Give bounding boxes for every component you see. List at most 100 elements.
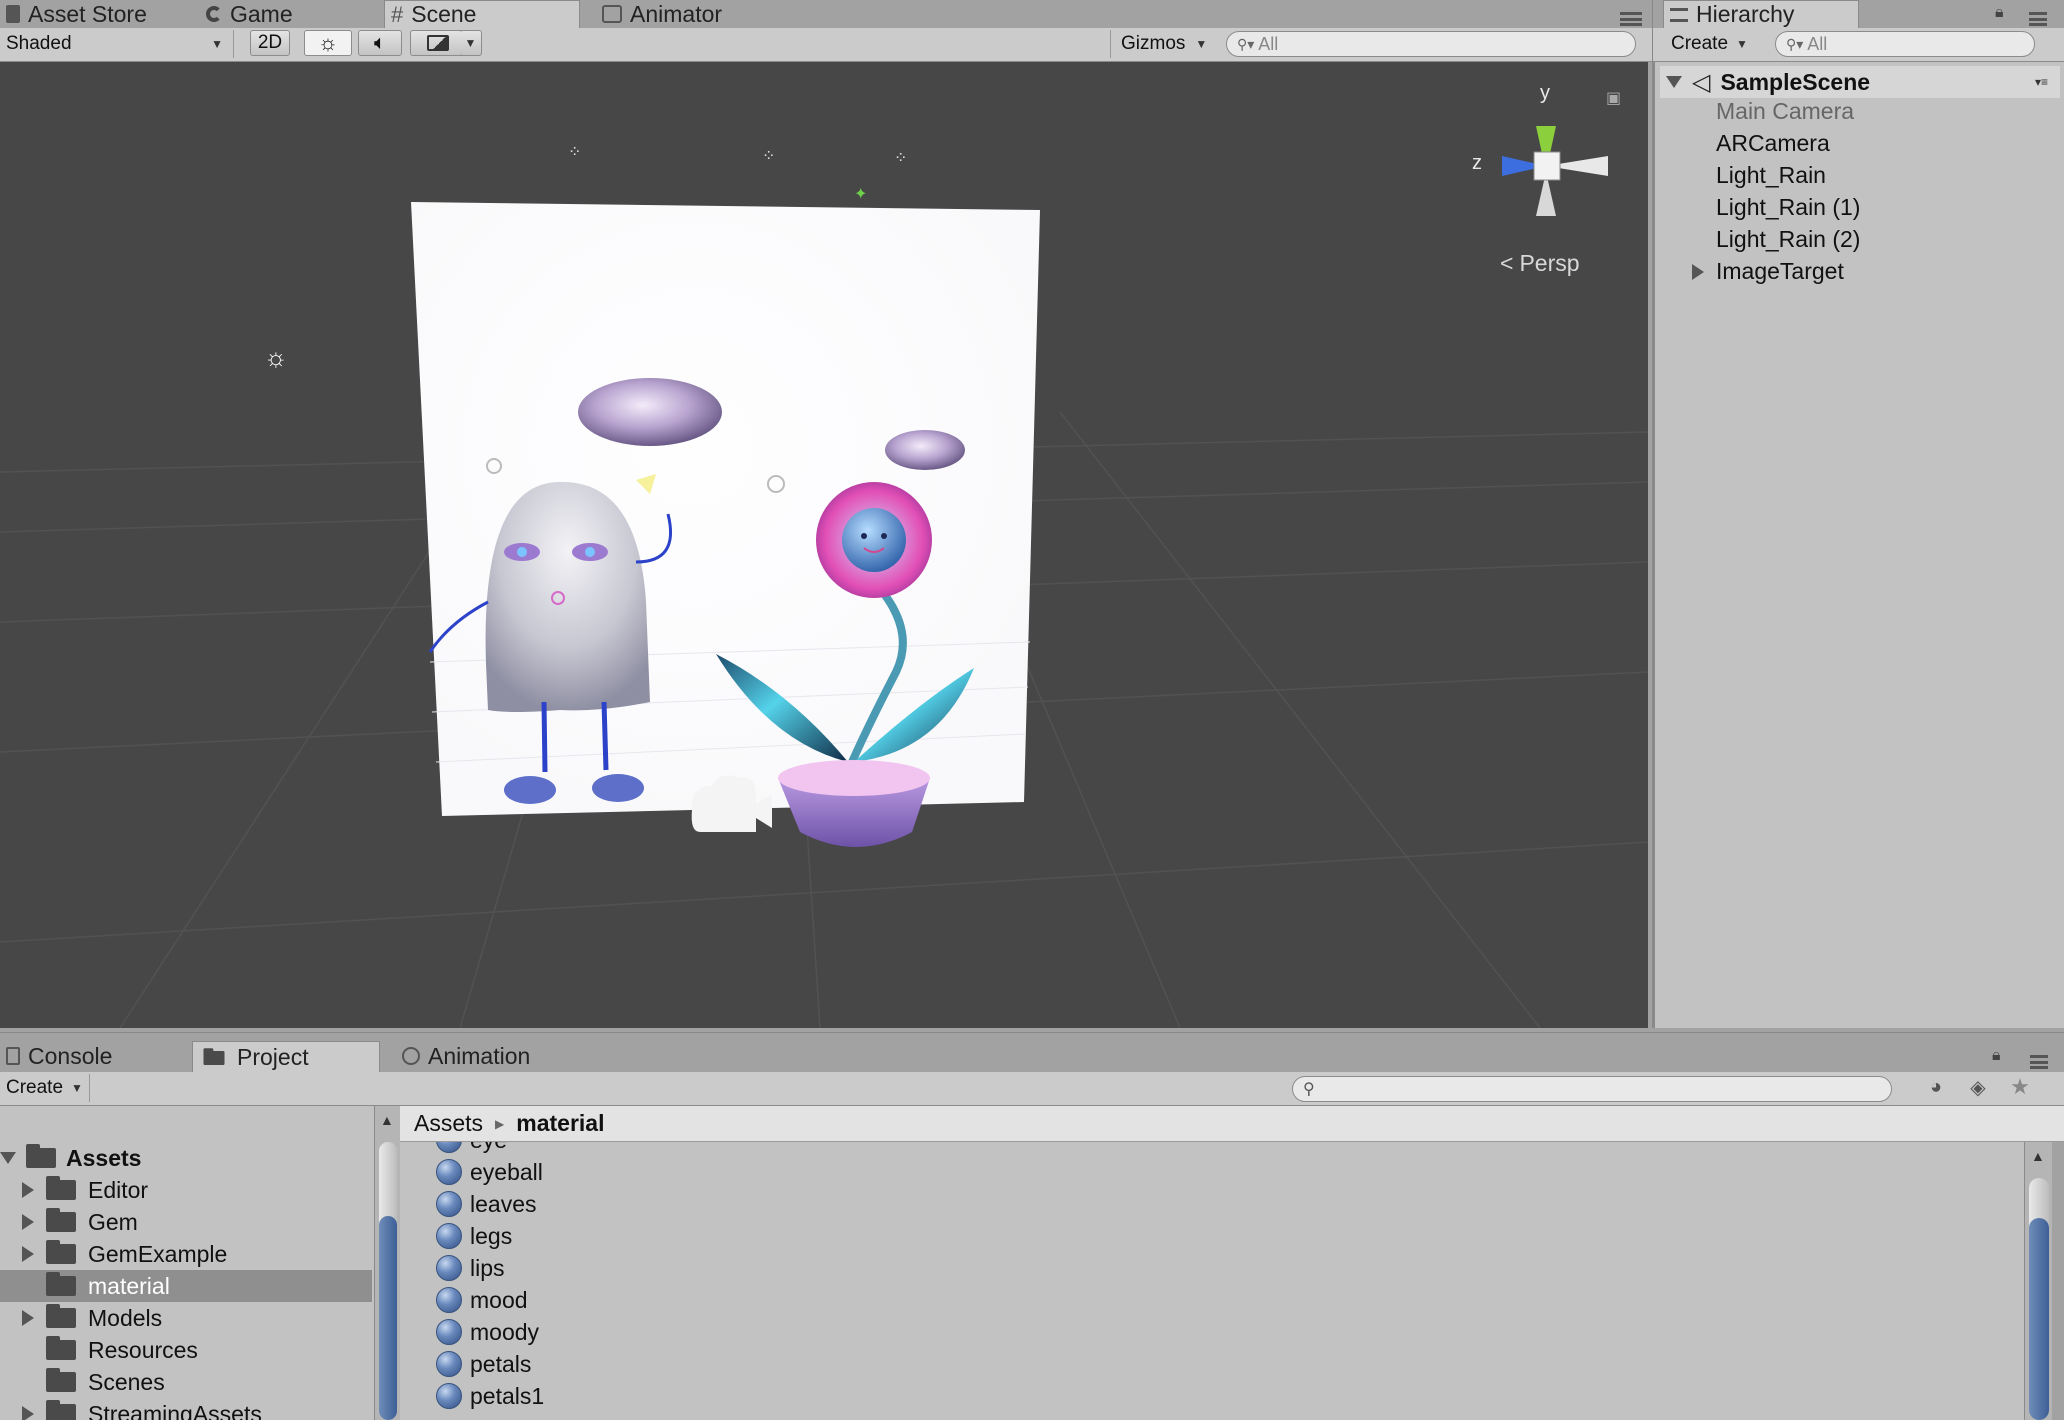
hierarchy-search-input[interactable]: ⚲▾ All — [1775, 31, 2035, 57]
expand-arrow-icon[interactable] — [22, 1310, 34, 1326]
favorites-button[interactable]: ★ — [2000, 1074, 2040, 1100]
tree-item-gem[interactable]: Gem — [0, 1206, 372, 1238]
breadcrumb: Assets ▶ material — [400, 1106, 2064, 1142]
animator-icon — [602, 5, 622, 23]
hierarchy-item-main-camera[interactable]: Main Camera — [1716, 98, 1854, 125]
tree-item-material[interactable]: material — [0, 1270, 372, 1302]
speaker-icon: 🔈︎ — [374, 31, 386, 54]
tree-item-resources[interactable]: Resources — [0, 1334, 372, 1366]
asset-list: eye eyeball leaves legs lips mood moody … — [400, 1142, 2024, 1420]
hierarchy-item-imagetarget[interactable]: ImageTarget — [1692, 258, 1844, 285]
tab-game[interactable]: Game — [200, 0, 380, 28]
asset-item-petals1[interactable]: petals1 — [436, 1380, 544, 1412]
image-target-plane — [411, 202, 1040, 847]
tab-asset-store[interactable]: Asset Store — [0, 0, 190, 28]
tree-item-assets[interactable]: Assets — [0, 1142, 372, 1174]
panel-menu-icon[interactable] — [2030, 1055, 2048, 1069]
scene-name: SampleScene — [1720, 68, 1871, 95]
tree-scrollbar-active — [379, 1216, 397, 1420]
scene-tab-bar: Asset Store Game # Scene Animator — [0, 0, 1652, 28]
tree-item-scenes[interactable]: Scenes — [0, 1366, 372, 1398]
lighting-toggle-button[interactable]: ☼ — [304, 30, 352, 56]
2d-toggle-button[interactable]: 2D — [250, 30, 290, 56]
star-icon: ★ — [2010, 1074, 2030, 1099]
asset-scrollbar-active — [2029, 1218, 2049, 1420]
hierarchy-item-light-rain-2[interactable]: Light_Rain (2) — [1716, 226, 1860, 253]
projection-toggle[interactable]: < Persp — [1500, 250, 1580, 277]
sun-icon: ☼ — [317, 30, 339, 55]
expand-arrow-icon[interactable] — [0, 1152, 16, 1164]
asset-item-mood[interactable]: mood — [436, 1284, 528, 1316]
gizmos-dropdown[interactable]: Gizmos ▼ — [1110, 30, 1210, 58]
tree-item-streamingassets[interactable]: StreamingAssets — [0, 1398, 372, 1420]
hierarchy-create-dropdown[interactable]: Create ▼ — [1671, 30, 1759, 58]
material-sphere-icon — [436, 1383, 462, 1409]
tab-hierarchy[interactable]: Hierarchy — [1663, 0, 1859, 28]
scene-options-icon[interactable]: ▾≡ — [2035, 75, 2048, 89]
project-toolbar: Create ▼ ⚲ ◕ ◈ ★ — [0, 1072, 2064, 1106]
folder-icon — [46, 1272, 76, 1296]
lock-icon[interactable]: 🔒︎ — [1995, 4, 2004, 22]
asset-list-scrollbar[interactable]: ▲ — [2024, 1142, 2052, 1420]
asset-item-legs[interactable]: legs — [436, 1220, 512, 1252]
panel-menu-icon[interactable] — [1620, 12, 1642, 26]
scene-viewport[interactable]: ⁘ ⁘ ⁘ ✦ ☼ y z ▣ < Persp — [0, 62, 1648, 1028]
breadcrumb-material[interactable]: material — [516, 1110, 604, 1137]
folder-icon — [46, 1368, 76, 1392]
expand-arrow-icon[interactable] — [1692, 263, 1704, 280]
axis-gizmo-icon — [1502, 126, 1608, 216]
asset-item-eyeball[interactable]: eyeball — [436, 1156, 543, 1188]
search-icon: ⚲▾ — [1237, 35, 1255, 52]
project-search-input[interactable]: ⚲ — [1292, 1076, 1892, 1102]
tree-item-gemexample[interactable]: GemExample — [0, 1238, 372, 1270]
panel-menu-icon[interactable] — [2029, 12, 2047, 26]
effects-dropdown-button[interactable]: ▼ — [460, 30, 482, 56]
material-sphere-icon — [436, 1223, 462, 1249]
lock-icon[interactable]: ▣ — [1606, 88, 1621, 108]
tree-item-editor[interactable]: Editor — [0, 1174, 372, 1206]
asset-item-petals[interactable]: petals — [436, 1348, 531, 1380]
scroll-up-icon[interactable]: ▲ — [2031, 1148, 2045, 1164]
project-create-dropdown[interactable]: Create ▼ — [6, 1074, 90, 1102]
expand-arrow-icon[interactable] — [22, 1406, 34, 1420]
lock-icon[interactable]: 🔒︎ — [1992, 1047, 2001, 1065]
expand-arrow-icon[interactable] — [22, 1214, 34, 1230]
asset-item-moody[interactable]: moody — [436, 1316, 539, 1348]
chevron-down-icon: ▼ — [71, 1081, 83, 1095]
folder-icon — [46, 1336, 76, 1360]
tab-console[interactable]: Console — [0, 1042, 180, 1070]
scroll-up-icon[interactable]: ▲ — [380, 1112, 394, 1128]
tab-project[interactable]: Project — [192, 1041, 380, 1073]
hierarchy-item-light-rain-1[interactable]: Light_Rain (1) — [1716, 194, 1860, 221]
chevron-down-icon: ▼ — [1736, 37, 1748, 51]
folder-icon — [26, 1144, 56, 1168]
expand-arrow-icon[interactable] — [22, 1246, 34, 1262]
folder-icon — [46, 1240, 76, 1264]
expand-arrow-icon[interactable] — [22, 1182, 34, 1198]
hierarchy-item-light-rain[interactable]: Light_Rain — [1716, 162, 1826, 189]
breadcrumb-separator-icon: ▶ — [495, 1116, 505, 1131]
tab-scene[interactable]: # Scene — [384, 0, 580, 28]
tree-item-models[interactable]: Models — [0, 1302, 372, 1334]
tab-animator[interactable]: Animator — [596, 0, 796, 28]
tree-scrollbar[interactable]: ▲ — [374, 1106, 400, 1420]
filter-by-type-button[interactable]: ◕ — [1916, 1074, 1956, 1100]
chevron-down-icon: ▼ — [211, 37, 223, 51]
breadcrumb-assets[interactable]: Assets — [414, 1110, 483, 1137]
effects-toggle-button[interactable] — [410, 30, 466, 56]
audio-toggle-button[interactable]: 🔈︎ — [358, 30, 402, 56]
asset-item-eye[interactable]: eye — [436, 1142, 507, 1156]
perspective-icon: < — [1500, 250, 1514, 276]
scene-orientation-gizmo[interactable]: y z — [1466, 82, 1626, 252]
filter-by-label-button[interactable]: ◈ — [1958, 1074, 1998, 1100]
hierarchy-item-arcamera[interactable]: ARCamera — [1716, 130, 1830, 157]
search-icon: ⚲ — [1303, 1081, 1315, 1098]
shading-mode-dropdown[interactable]: Shaded ▼ — [0, 30, 234, 58]
tab-animation[interactable]: Animation — [396, 1042, 596, 1070]
scene-search-input[interactable]: ⚲▾ All — [1226, 31, 1636, 57]
asset-item-leaves[interactable]: leaves — [436, 1188, 536, 1220]
asset-item-lips[interactable]: lips — [436, 1252, 505, 1284]
hierarchy-scene-row[interactable]: ◁ SampleScene ▾≡ — [1660, 66, 2060, 98]
expand-arrow-icon[interactable] — [1666, 76, 1682, 88]
material-sphere-icon — [436, 1191, 462, 1217]
